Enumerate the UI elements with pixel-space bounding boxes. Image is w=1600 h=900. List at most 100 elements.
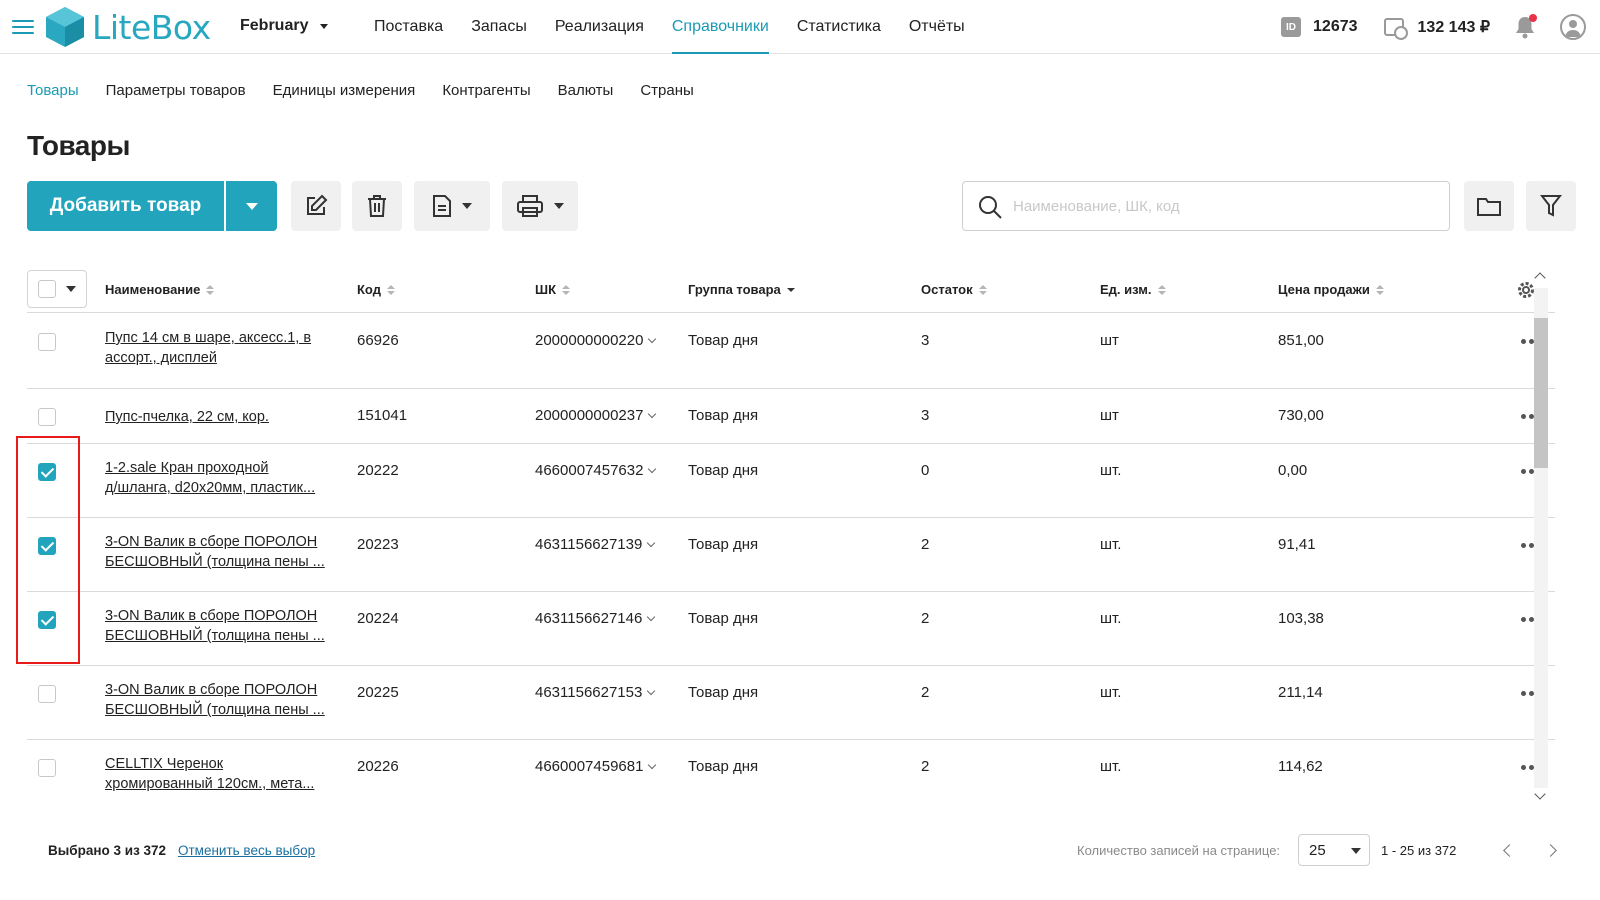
chevron-down-icon[interactable] <box>648 334 657 343</box>
product-name-link[interactable]: Пупс-пчелка, 22 см, кор. <box>105 407 335 427</box>
product-stock: 2 <box>921 536 930 553</box>
product-group: Товар дня <box>688 332 759 349</box>
product-name-line-2: БЕСШОВНЫЙ (толщина пены ... <box>105 702 325 718</box>
vertical-scrollbar[interactable] <box>1531 268 1551 808</box>
barcode-cell[interactable]: 4631156627139 <box>535 536 656 553</box>
select-all-checkbox[interactable] <box>38 280 56 298</box>
search-icon <box>979 196 1002 219</box>
nav-statistics[interactable]: Статистика <box>797 0 881 54</box>
print-menu-button[interactable] <box>502 181 578 231</box>
delete-button[interactable] <box>352 181 402 231</box>
bell-icon[interactable] <box>1514 14 1537 39</box>
chevron-down-icon[interactable] <box>648 409 657 418</box>
scroll-up-icon[interactable] <box>1534 272 1546 284</box>
avatar-icon[interactable] <box>1560 14 1586 40</box>
product-stock: 3 <box>921 407 930 424</box>
subnav-units[interactable]: Единицы измерения <box>273 82 416 99</box>
folder-icon <box>1477 198 1501 216</box>
add-product-button[interactable]: Добавить товар <box>27 181 224 231</box>
folder-button[interactable] <box>1464 181 1514 231</box>
sort-desc-icon <box>786 287 795 292</box>
product-name-link[interactable]: 3-ON Валик в сборе ПОРОЛОН БЕСШОВНЫЙ (тол… <box>105 606 335 646</box>
barcode-cell[interactable]: 2000000000237 <box>535 407 657 424</box>
row-checkbox[interactable] <box>38 408 56 426</box>
product-code: 151041 <box>357 407 408 424</box>
barcode-cell[interactable]: 4631156627153 <box>535 684 656 701</box>
prev-page-icon[interactable] <box>1503 844 1516 857</box>
column-header-name[interactable]: Наименование <box>105 282 215 297</box>
barcode-cell[interactable]: 4660007457632 <box>535 462 657 479</box>
product-unit: шт. <box>1100 758 1122 775</box>
chevron-down-icon[interactable] <box>648 760 657 769</box>
menu-icon[interactable] <box>12 20 34 34</box>
column-header-barcode[interactable]: ШК <box>535 282 570 297</box>
table-row[interactable]: CELLTIX Черенок хромированный 120см., мет… <box>27 740 1555 808</box>
edit-button[interactable] <box>291 181 341 231</box>
select-all-control[interactable] <box>27 270 87 308</box>
table-row[interactable]: 3-ON Валик в сборе ПОРОЛОН БЕСШОВНЫЙ (тол… <box>27 666 1555 740</box>
nav-reports[interactable]: Отчёты <box>909 0 965 54</box>
barcode-value: 4631156627146 <box>535 610 643 627</box>
scroll-down-icon[interactable] <box>1534 788 1546 800</box>
table-row[interactable]: 1-2.sale Кран проходной д/шланга, d20x20м… <box>27 444 1555 518</box>
cancel-selection-link[interactable]: Отменить весь выбор <box>178 843 315 858</box>
add-product-dropdown-button[interactable] <box>226 181 277 231</box>
caret-down-icon[interactable] <box>66 286 76 292</box>
printer-icon <box>517 195 543 217</box>
logo-icon <box>46 7 84 47</box>
product-name-link[interactable]: 1-2.sale Кран проходной д/шланга, d20x20м… <box>105 458 335 498</box>
product-name-link[interactable]: CELLTIX Черенок хромированный 120см., мет… <box>105 754 335 794</box>
chevron-down-icon[interactable] <box>647 538 656 547</box>
filter-button[interactable] <box>1526 181 1576 231</box>
product-name-line-1: Пупс-пчелка, 22 см, кор. <box>105 409 269 425</box>
document-menu-button[interactable] <box>414 181 490 231</box>
account-id[interactable]: 12673 <box>1313 18 1358 36</box>
search-input[interactable] <box>1013 182 1433 230</box>
subnav-products[interactable]: Товары <box>27 82 79 99</box>
nav-directories[interactable]: Справочники <box>671 0 769 54</box>
column-header-stock[interactable]: Остаток <box>921 282 987 297</box>
scroll-thumb[interactable] <box>1534 318 1548 468</box>
subnav-currencies[interactable]: Валюты <box>558 82 614 99</box>
chevron-down-icon[interactable] <box>647 686 656 695</box>
row-checkbox[interactable] <box>38 685 56 703</box>
column-header-code[interactable]: Код <box>357 282 395 297</box>
sort-icon <box>562 284 570 295</box>
product-price: 103,38 <box>1278 610 1324 627</box>
product-name-line-2: БЕСШОВНЫЙ (толщина пены ... <box>105 628 325 644</box>
table-row[interactable]: Пупс 14 см в шаре, аксесс.1, в ассорт., д… <box>27 314 1555 389</box>
chevron-down-icon[interactable] <box>648 464 657 473</box>
subnav-countries[interactable]: Страны <box>640 82 693 99</box>
per-page-label: Количество записей на странице: <box>1077 843 1281 858</box>
table-row[interactable]: 3-ON Валик в сборе ПОРОЛОН БЕСШОВНЫЙ (тол… <box>27 592 1555 666</box>
month-selector[interactable]: February <box>240 17 329 35</box>
product-unit: шт. <box>1100 610 1122 627</box>
barcode-cell[interactable]: 4631156627146 <box>535 610 656 627</box>
column-header-price[interactable]: Цена продажи <box>1278 282 1384 297</box>
balance[interactable]: 132 143 ₽ <box>1418 17 1490 37</box>
row-checkbox[interactable] <box>38 333 56 351</box>
barcode-cell[interactable]: 2000000000220 <box>535 332 657 349</box>
wallet-icon[interactable] <box>1383 18 1408 40</box>
row-checkbox[interactable] <box>38 759 56 777</box>
nav-stock[interactable]: Запасы <box>471 0 527 54</box>
per-page-select[interactable]: 25 <box>1298 834 1370 866</box>
barcode-cell[interactable]: 4660007459681 <box>535 758 657 775</box>
column-header-group[interactable]: Группа товара <box>688 282 795 297</box>
subnav-product-params[interactable]: Параметры товаров <box>106 82 246 99</box>
next-page-icon[interactable] <box>1544 844 1557 857</box>
product-name-link[interactable]: 3-ON Валик в сборе ПОРОЛОН БЕСШОВНЫЙ (тол… <box>105 532 335 572</box>
chevron-down-icon[interactable] <box>647 612 656 621</box>
product-code: 20226 <box>357 758 399 775</box>
nav-sales[interactable]: Реализация <box>555 0 644 54</box>
table-row[interactable]: Пупс-пчелка, 22 см, кор. 151041 2000000000… <box>27 389 1555 444</box>
logo[interactable]: LiteBox <box>44 5 211 49</box>
subnav-counterparties[interactable]: Контрагенты <box>442 82 530 99</box>
product-name-link[interactable]: 3-ON Валик в сборе ПОРОЛОН БЕСШОВНЫЙ (тол… <box>105 680 335 720</box>
nav-supply[interactable]: Поставка <box>374 0 443 54</box>
column-header-unit[interactable]: Ед. изм. <box>1100 282 1166 297</box>
trash-icon <box>368 195 386 217</box>
table-row[interactable]: 3-ON Валик в сборе ПОРОЛОН БЕСШОВНЫЙ (тол… <box>27 518 1555 592</box>
product-name-link[interactable]: Пупс 14 см в шаре, аксесс.1, в ассорт., д… <box>105 328 335 368</box>
product-name-line-1: 3-ON Валик в сборе ПОРОЛОН <box>105 608 318 624</box>
